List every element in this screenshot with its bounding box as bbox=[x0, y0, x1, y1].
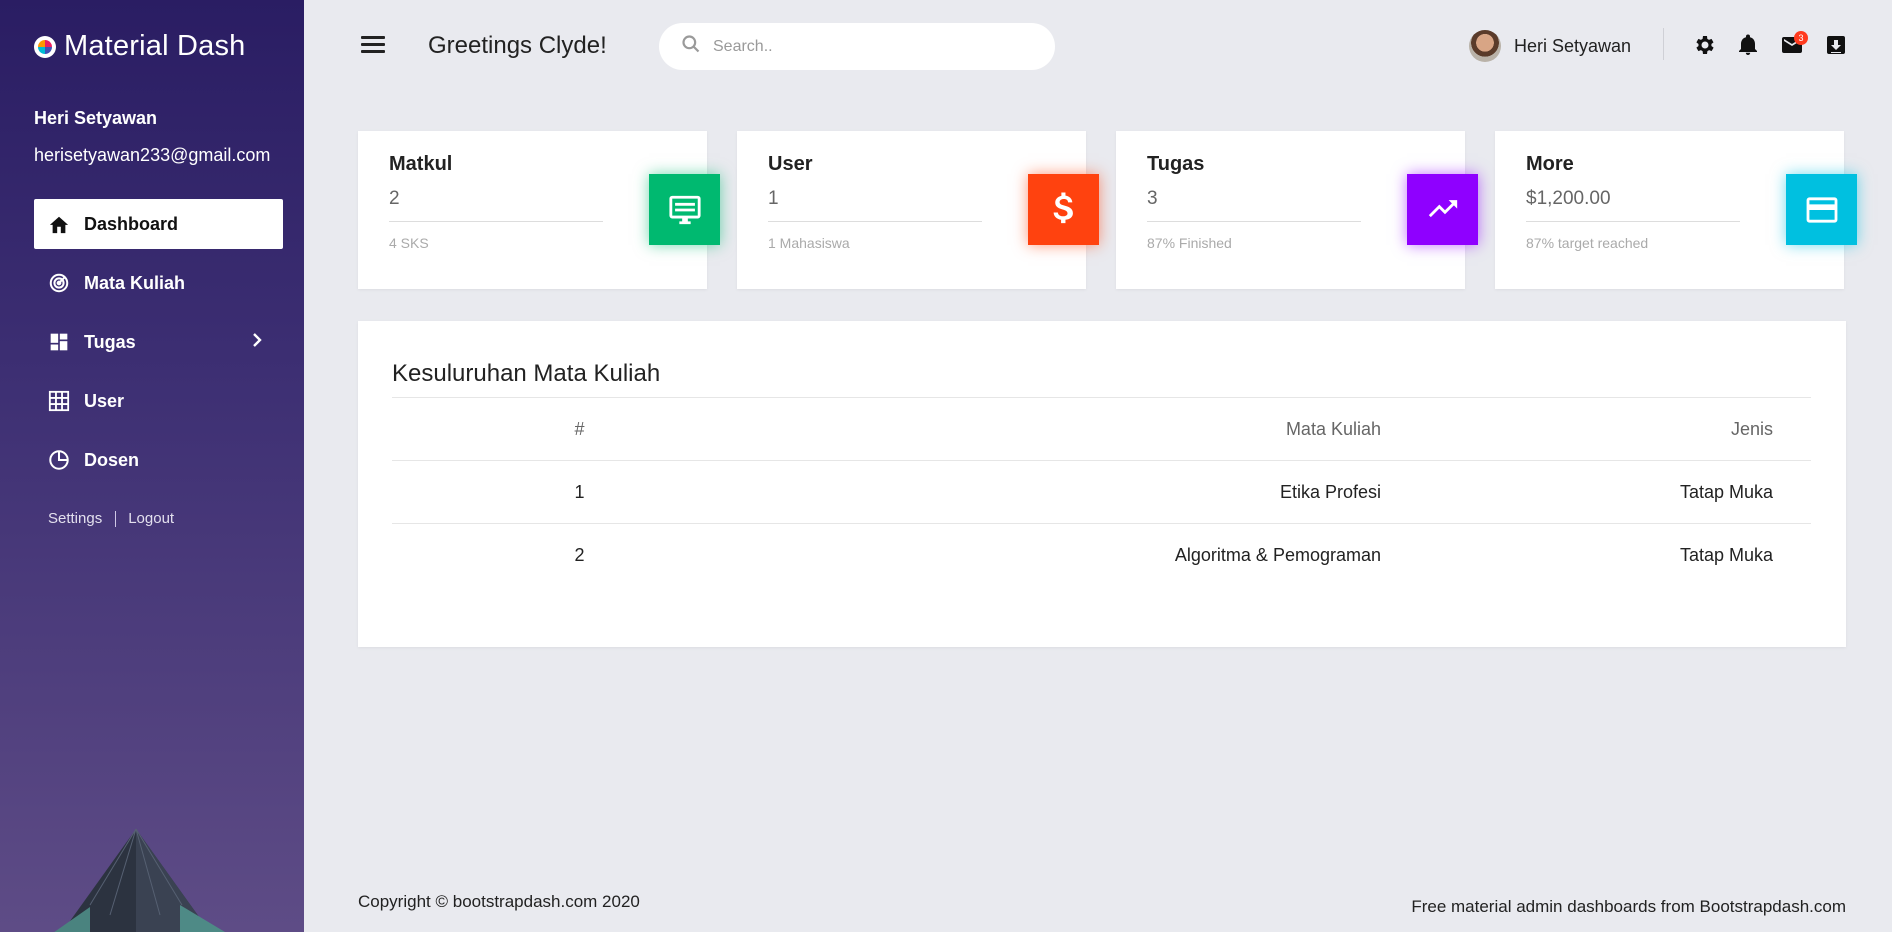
divider bbox=[1147, 221, 1361, 222]
brand-logo-icon bbox=[34, 35, 56, 58]
user-name: Heri Setyawan bbox=[1514, 35, 1632, 56]
table-cell: Etika Profesi bbox=[767, 460, 1381, 524]
chevron-right-icon bbox=[251, 331, 263, 354]
gear-icon[interactable] bbox=[1692, 33, 1716, 57]
card-subtext: 87% Finished bbox=[1147, 235, 1232, 251]
sidebar-item-label: Dashboard bbox=[84, 213, 179, 234]
card-title: Matkul bbox=[389, 153, 453, 175]
mail-count-badge: 3 bbox=[1794, 31, 1808, 45]
dollar-icon bbox=[1028, 174, 1099, 245]
card-value: 1 bbox=[768, 188, 779, 209]
table-row: 1 Etika Profesi Tatap Muka bbox=[392, 460, 1811, 524]
building-illustration bbox=[54, 828, 225, 932]
table-row: 2 Algoritma & Pemograman Tatap Muka bbox=[392, 523, 1811, 587]
pie-chart-icon bbox=[48, 449, 70, 471]
footer-text: dashboards from Bootstrapdash.com bbox=[1562, 897, 1846, 916]
stat-card-user: User 1 1 Mahasiswa bbox=[737, 131, 1099, 289]
stat-card-tugas: Tugas 3 87% Finished bbox=[1116, 131, 1478, 289]
sidebar-item-label: Tugas bbox=[84, 331, 136, 352]
table-cell: Tatap Muka bbox=[1381, 523, 1811, 587]
page-greeting: Greetings Clyde! bbox=[428, 32, 607, 59]
avatar bbox=[1469, 30, 1501, 62]
footer-text: Copyright © bbox=[358, 892, 453, 911]
courses-panel: Kesuluruhan Mata Kuliah # Mata Kuliah Je… bbox=[358, 321, 1846, 647]
divider bbox=[115, 510, 117, 527]
stat-card-matkul: Matkul 2 4 SKS bbox=[358, 131, 720, 289]
bell-icon[interactable] bbox=[1736, 33, 1760, 57]
table-cell: Tatap Muka bbox=[1381, 460, 1811, 524]
column-header[interactable]: # bbox=[392, 397, 767, 461]
card-value: 2 bbox=[389, 188, 400, 209]
card-subtext: 1 Mahasiswa bbox=[768, 235, 850, 251]
menu-toggle-button[interactable] bbox=[361, 36, 385, 56]
search-icon bbox=[681, 34, 701, 59]
footer-copyright: Copyright © bootstrapdash.com 2020 bbox=[358, 892, 640, 912]
table-cell: Algoritma & Pemograman bbox=[767, 523, 1381, 587]
footer-link[interactable]: material admin bbox=[1451, 897, 1563, 916]
profile-name: Heri Setyawan bbox=[34, 108, 158, 128]
download-icon[interactable] bbox=[1824, 33, 1848, 57]
stat-card-more: More $1,200.00 87% target reached bbox=[1495, 131, 1857, 289]
brand-name: Material Dash bbox=[64, 30, 246, 62]
trending-up-icon bbox=[1407, 174, 1478, 245]
search-bar[interactable] bbox=[659, 23, 1055, 70]
search-input[interactable] bbox=[713, 37, 1033, 56]
divider bbox=[389, 221, 603, 222]
sidebar-item-dashboard[interactable]: Dashboard bbox=[34, 199, 283, 249]
footer-text: 2020 bbox=[597, 892, 640, 911]
sidebar-item-label: Mata Kuliah bbox=[84, 272, 186, 293]
card-value: $1,200.00 bbox=[1526, 188, 1611, 209]
panel-title: Kesuluruhan Mata Kuliah bbox=[392, 360, 661, 387]
table-cell: 2 bbox=[392, 523, 767, 587]
footer-text: Free bbox=[1411, 897, 1452, 916]
logout-link[interactable]: Logout bbox=[128, 510, 174, 527]
sidebar-item-mata-kuliah[interactable]: Mata Kuliah bbox=[34, 258, 283, 308]
brand[interactable]: Material Dash bbox=[34, 30, 246, 63]
column-header[interactable]: Jenis bbox=[1381, 397, 1811, 461]
user-menu[interactable]: Heri Setyawan bbox=[1469, 30, 1631, 62]
settings-link[interactable]: Settings bbox=[48, 510, 102, 527]
home-icon bbox=[48, 213, 70, 235]
dashboard-icon bbox=[48, 331, 70, 353]
track-changes-icon bbox=[48, 272, 70, 294]
table-header-row: # Mata Kuliah Jenis bbox=[392, 397, 1811, 461]
footer-link[interactable]: bootstrapdash.com bbox=[453, 892, 598, 911]
table-cell: 1 bbox=[392, 460, 767, 524]
sidebar-item-label: User bbox=[84, 390, 125, 411]
card-subtext: 87% target reached bbox=[1526, 235, 1649, 251]
sidebar: Material Dash Heri Setyawan herisetyawan… bbox=[0, 0, 304, 932]
sidebar-item-user[interactable]: User bbox=[34, 376, 283, 426]
divider bbox=[1526, 221, 1740, 222]
sidebar-item-dosen[interactable]: Dosen bbox=[34, 435, 283, 485]
profile-email: herisetyawan233@gmail.com bbox=[34, 145, 271, 165]
credit-card-icon bbox=[1786, 174, 1857, 245]
grid-icon bbox=[48, 390, 70, 412]
sidebar-footer-links: Settings Logout bbox=[48, 510, 174, 527]
divider bbox=[1663, 28, 1664, 60]
desktop-icon bbox=[649, 174, 720, 245]
sidebar-item-label: Dosen bbox=[84, 449, 140, 470]
footer-credit: Free material admin dashboards from Boot… bbox=[1411, 897, 1846, 917]
card-title: User bbox=[768, 153, 813, 175]
card-title: Tugas bbox=[1147, 153, 1205, 175]
courses-table: # Mata Kuliah Jenis 1 Etika Profesi Tata… bbox=[392, 397, 1811, 587]
sidebar-nav: Dashboard Mata Kuliah Tugas User Dosen bbox=[34, 199, 283, 494]
divider bbox=[768, 221, 982, 222]
sidebar-item-tugas[interactable]: Tugas bbox=[34, 317, 283, 367]
column-header[interactable]: Mata Kuliah bbox=[767, 397, 1381, 461]
card-title: More bbox=[1526, 153, 1574, 175]
card-value: 3 bbox=[1147, 188, 1158, 209]
card-subtext: 4 SKS bbox=[389, 235, 429, 251]
